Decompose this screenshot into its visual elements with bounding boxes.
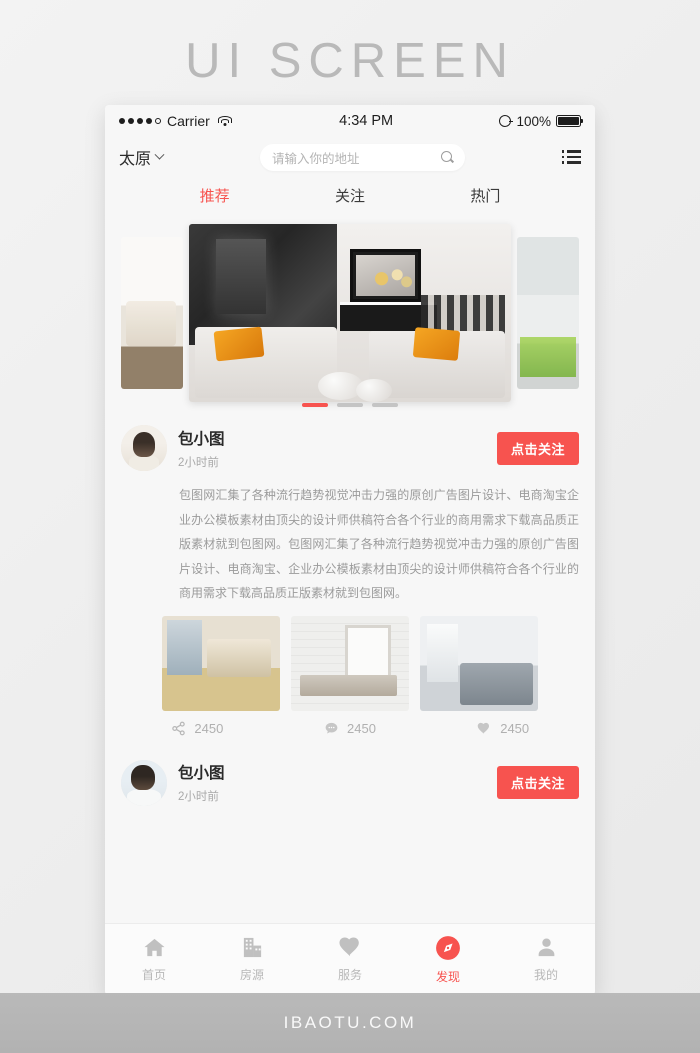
tab-discover[interactable]: 发现 bbox=[399, 935, 497, 985]
tab-home[interactable]: 首页 bbox=[105, 936, 203, 983]
status-left: Carrier bbox=[119, 113, 233, 129]
footer-watermark-band: IBAOTU.COM bbox=[0, 993, 700, 1053]
post-time-2: 2小时前 bbox=[178, 791, 219, 804]
bottom-tab-bar: 首页 房源 服务 发现 我的 bbox=[105, 923, 595, 995]
carrier-label: Carrier bbox=[167, 113, 210, 129]
post-meta-2: 包小图 2小时前 bbox=[178, 761, 486, 804]
carousel-pagination bbox=[105, 403, 595, 407]
city-selector[interactable]: 太原 bbox=[119, 145, 165, 169]
post-card: 包小图 2小时前 点击关注 包图网汇集了各种流行趋势视觉冲击力强的原创广告图片设… bbox=[105, 413, 595, 748]
follow-button-2[interactable]: 点击关注 bbox=[496, 766, 579, 800]
battery-percent: 100% bbox=[516, 113, 551, 129]
tab-popular[interactable]: 热门 bbox=[418, 185, 553, 206]
comment-count: 2450 bbox=[347, 720, 376, 736]
comment-icon bbox=[325, 722, 338, 734]
carousel-slide-next[interactable] bbox=[517, 237, 579, 389]
tab-service-label: 服务 bbox=[337, 968, 362, 982]
carousel-image-active bbox=[189, 224, 511, 402]
page-title: UI SCREEN bbox=[185, 34, 515, 88]
building-icon bbox=[243, 937, 261, 958]
post-header: 包小图 2小时前 点击关注 bbox=[121, 413, 579, 475]
tab-following[interactable]: 关注 bbox=[282, 185, 417, 206]
image-carousel[interactable] bbox=[105, 213, 595, 413]
search-placeholder: 请输入你的地址 bbox=[272, 151, 360, 166]
post-body-text: 包图网汇集了各种流行趋势视觉冲击力强的原创广告图片设计、电商淘宝企业办公模板素材… bbox=[179, 488, 579, 601]
nav-bar: 太原 请输入你的地址 bbox=[105, 137, 595, 177]
carousel-dot-1[interactable] bbox=[302, 403, 328, 407]
post-time: 2小时前 bbox=[178, 456, 219, 469]
post-thumbnails bbox=[121, 615, 579, 711]
search-icon[interactable] bbox=[441, 151, 453, 163]
share-action[interactable]: 2450 bbox=[121, 721, 274, 736]
avatar[interactable] bbox=[121, 425, 167, 471]
post-meta: 包小图 2小时前 bbox=[178, 427, 486, 470]
wifi-icon bbox=[218, 115, 233, 127]
avatar-2[interactable] bbox=[121, 759, 167, 806]
heart-icon bbox=[339, 937, 359, 957]
footer-text: IBAOTU.COM bbox=[283, 1013, 417, 1032]
carousel-image-next bbox=[517, 237, 579, 389]
carousel-dot-2[interactable] bbox=[337, 403, 363, 407]
thumbnail-2[interactable] bbox=[291, 615, 409, 711]
tab-profile[interactable]: 我的 bbox=[497, 936, 595, 983]
tab-service[interactable]: 服务 bbox=[301, 936, 399, 983]
thumbnail-1[interactable] bbox=[162, 615, 280, 711]
search-input[interactable]: 请输入你的地址 bbox=[260, 143, 465, 171]
home-icon bbox=[143, 938, 165, 957]
share-count: 2450 bbox=[194, 720, 224, 736]
rotation-lock-icon bbox=[499, 115, 514, 127]
carousel-slide-prev[interactable] bbox=[121, 237, 183, 389]
category-tabs: 推荐 关注 热门 bbox=[105, 177, 595, 213]
city-label: 太原 bbox=[119, 151, 152, 168]
post-card-2: 包小图 2小时前 点击关注 bbox=[105, 747, 595, 810]
compass-icon bbox=[436, 935, 460, 960]
status-bar: Carrier 4:34 PM 100% bbox=[105, 105, 595, 137]
tab-home-label: 首页 bbox=[141, 968, 166, 982]
tab-listings-label: 房源 bbox=[239, 968, 264, 982]
heart-icon bbox=[477, 722, 490, 734]
post-actions: 2450 2450 2450 bbox=[121, 711, 579, 748]
thumbnail-3[interactable] bbox=[420, 615, 538, 711]
like-count: 2450 bbox=[500, 720, 530, 736]
menu-list-icon[interactable] bbox=[561, 150, 581, 164]
chevron-down-icon bbox=[154, 149, 165, 160]
status-time: 4:34 PM bbox=[339, 113, 394, 129]
tab-recommend[interactable]: 推荐 bbox=[147, 185, 282, 206]
comment-action[interactable]: 2450 bbox=[274, 721, 427, 736]
follow-button[interactable]: 点击关注 bbox=[496, 431, 579, 465]
person-icon bbox=[538, 938, 554, 957]
carousel-image-prev bbox=[121, 237, 183, 389]
post-author-2: 包小图 bbox=[178, 765, 225, 783]
post-author: 包小图 bbox=[178, 430, 225, 448]
battery-icon bbox=[556, 115, 584, 127]
carousel-dot-3[interactable] bbox=[372, 403, 398, 407]
phone-frame: Carrier 4:34 PM 100% 太原 请输入你的地址 推荐 关注 热门 bbox=[105, 105, 595, 995]
tab-discover-label: 发现 bbox=[435, 969, 460, 984]
post-header-2: 包小图 2小时前 点击关注 bbox=[121, 748, 579, 810]
status-right: 100% bbox=[499, 113, 584, 129]
share-icon bbox=[172, 721, 186, 736]
signal-dots-icon bbox=[119, 118, 161, 124]
tab-profile-label: 我的 bbox=[533, 968, 558, 982]
carousel-slide-active[interactable] bbox=[189, 224, 511, 402]
like-action[interactable]: 2450 bbox=[426, 721, 579, 736]
tab-listings[interactable]: 房源 bbox=[203, 936, 301, 983]
